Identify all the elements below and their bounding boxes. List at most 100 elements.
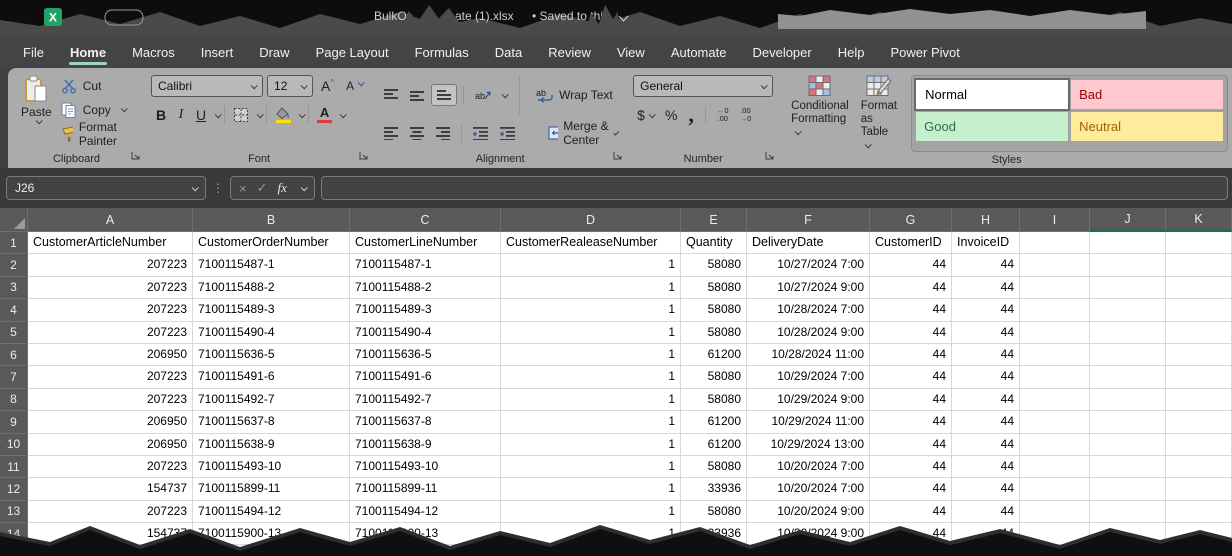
cell-K8[interactable] — [1166, 389, 1232, 411]
insert-function-button[interactable]: fx — [278, 180, 287, 196]
cell-H5[interactable]: 44 — [952, 322, 1020, 344]
cell-H12[interactable]: 44 — [952, 478, 1020, 500]
tab-file[interactable]: File — [10, 36, 57, 68]
cell-C3[interactable]: 7100115488-2 — [350, 277, 501, 299]
increase-font-button[interactable]: A^ — [317, 75, 338, 97]
cell-C12[interactable]: 7100115899-11 — [350, 478, 501, 500]
cell-C9[interactable]: 7100115637-8 — [350, 411, 501, 433]
cell-B5[interactable]: 7100115490-4 — [193, 322, 350, 344]
cell-G4[interactable]: 44 — [870, 299, 952, 321]
wrap-text-button[interactable]: ab Wrap Text — [532, 84, 617, 106]
select-all-button[interactable] — [0, 208, 28, 232]
cell-G10[interactable]: 44 — [870, 434, 952, 456]
align-right-button[interactable] — [431, 122, 455, 144]
cell-C2[interactable]: 7100115487-1 — [350, 254, 501, 276]
copy-button[interactable]: Copy — [61, 99, 139, 120]
cell-E13[interactable]: 58080 — [681, 501, 747, 523]
cell-I14[interactable] — [1020, 523, 1090, 545]
column-header-B[interactable]: B — [193, 208, 350, 232]
tab-developer[interactable]: Developer — [739, 36, 824, 68]
cell-E3[interactable]: 58080 — [681, 277, 747, 299]
cell-I6[interactable] — [1020, 344, 1090, 366]
cell-D11[interactable]: 1 — [501, 456, 681, 478]
cell-K14[interactable] — [1166, 523, 1232, 545]
row-header-2[interactable]: 2 — [0, 254, 28, 276]
tab-help[interactable]: Help — [825, 36, 878, 68]
cell-D5[interactable]: 1 — [501, 322, 681, 344]
cell-D6[interactable]: 1 — [501, 344, 681, 366]
cell-A10[interactable]: 206950 — [28, 434, 193, 456]
align-bottom-button[interactable] — [431, 84, 457, 106]
column-header-H[interactable]: H — [952, 208, 1020, 232]
cell-C14[interactable]: 7100115900-13 — [350, 523, 501, 545]
cell-C6[interactable]: 7100115636-5 — [350, 344, 501, 366]
row-header-13[interactable]: 13 — [0, 501, 28, 523]
cell-J8[interactable] — [1090, 389, 1166, 411]
align-top-button[interactable] — [379, 84, 403, 106]
cell-B11[interactable]: 7100115493-10 — [193, 456, 350, 478]
cell-G13[interactable]: 44 — [870, 501, 952, 523]
cell-F14[interactable]: 10/20/2024 9:00 — [747, 523, 870, 545]
cell-D3[interactable]: 1 — [501, 277, 681, 299]
font-dialog-launcher[interactable] — [359, 151, 369, 164]
cell-F9[interactable]: 10/29/2024 11:00 — [747, 411, 870, 433]
row-header-14[interactable]: 14 — [0, 523, 28, 545]
cell-J4[interactable] — [1090, 299, 1166, 321]
cell-I7[interactable] — [1020, 366, 1090, 388]
cell-I1[interactable] — [1020, 232, 1090, 254]
cell-B4[interactable]: 7100115489-3 — [193, 299, 350, 321]
cell-I10[interactable] — [1020, 434, 1090, 456]
cell-D7[interactable]: 1 — [501, 366, 681, 388]
cell-A9[interactable]: 206950 — [28, 411, 193, 433]
cell-A6[interactable]: 206950 — [28, 344, 193, 366]
style-good[interactable]: Good — [916, 112, 1068, 141]
cell-C7[interactable]: 7100115491-6 — [350, 366, 501, 388]
tab-power-pivot[interactable]: Power Pivot — [877, 36, 972, 68]
cell-G3[interactable]: 44 — [870, 277, 952, 299]
column-header-D[interactable]: D — [501, 208, 681, 232]
number-format-select[interactable]: General — [633, 75, 773, 97]
enter-button[interactable]: ✓ — [257, 180, 268, 196]
cell-I2[interactable] — [1020, 254, 1090, 276]
cell-D12[interactable]: 1 — [501, 478, 681, 500]
cell-H8[interactable]: 44 — [952, 389, 1020, 411]
cell-B9[interactable]: 7100115637-8 — [193, 411, 350, 433]
cell-E2[interactable]: 58080 — [681, 254, 747, 276]
cell-F5[interactable]: 10/28/2024 9:00 — [747, 322, 870, 344]
cell-H13[interactable]: 44 — [952, 501, 1020, 523]
row-header-12[interactable]: 12 — [0, 478, 28, 500]
cell-C5[interactable]: 7100115490-4 — [350, 322, 501, 344]
cell-J6[interactable] — [1090, 344, 1166, 366]
cell-K12[interactable] — [1166, 478, 1232, 500]
clipboard-dialog-launcher[interactable] — [131, 151, 141, 164]
cell-E10[interactable]: 61200 — [681, 434, 747, 456]
column-header-A[interactable]: A — [28, 208, 193, 232]
cell-K2[interactable] — [1166, 254, 1232, 276]
column-header-K[interactable]: K — [1166, 208, 1232, 232]
cell-E7[interactable]: 58080 — [681, 366, 747, 388]
cell-C8[interactable]: 7100115492-7 — [350, 389, 501, 411]
cell-C10[interactable]: 7100115638-9 — [350, 434, 501, 456]
cell-B6[interactable]: 7100115636-5 — [193, 344, 350, 366]
style-neutral[interactable]: Neutral — [1071, 112, 1223, 141]
accounting-format-button[interactable]: $ — [633, 104, 658, 126]
cell-H1[interactable]: InvoiceID — [952, 232, 1020, 254]
row-header-8[interactable]: 8 — [0, 389, 28, 411]
tab-formulas[interactable]: Formulas — [402, 36, 482, 68]
cell-I13[interactable] — [1020, 501, 1090, 523]
borders-button[interactable] — [229, 104, 253, 126]
cell-K10[interactable] — [1166, 434, 1232, 456]
cell-F6[interactable]: 10/28/2024 11:00 — [747, 344, 870, 366]
cell-A14[interactable]: 154737 — [28, 523, 193, 545]
cell-H11[interactable]: 44 — [952, 456, 1020, 478]
align-middle-button[interactable] — [405, 84, 429, 106]
cell-K6[interactable] — [1166, 344, 1232, 366]
font-name-select[interactable]: Calibri — [151, 75, 263, 97]
cell-F12[interactable]: 10/20/2024 7:00 — [747, 478, 870, 500]
cell-G14[interactable]: 44 — [870, 523, 952, 545]
cell-I12[interactable] — [1020, 478, 1090, 500]
cell-B2[interactable]: 7100115487-1 — [193, 254, 350, 276]
cell-F2[interactable]: 10/27/2024 7:00 — [747, 254, 870, 276]
font-color-button[interactable]: A — [313, 104, 336, 126]
cell-H9[interactable]: 44 — [952, 411, 1020, 433]
